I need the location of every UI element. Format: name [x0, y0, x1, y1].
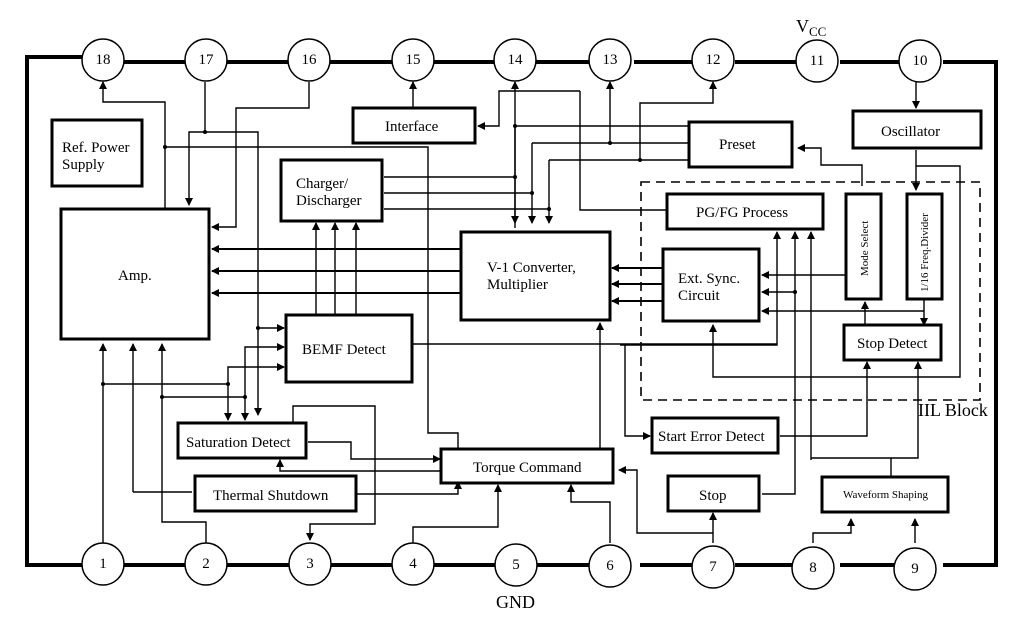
svg-text:Amp.: Amp.	[118, 268, 152, 284]
pin-13: 13	[588, 38, 632, 82]
svg-text:15: 15	[406, 52, 421, 68]
svg-text:13: 13	[603, 52, 618, 68]
svg-text:1/16 Freq.Divider: 1/16 Freq.Divider	[919, 213, 931, 292]
block-pg-fg-process: PG/FG Process	[665, 192, 825, 231]
svg-text:8: 8	[809, 560, 817, 576]
pin-1: 1	[81, 542, 125, 586]
pin-12: 12	[691, 38, 735, 82]
svg-text:V: V	[796, 16, 809, 36]
pin-5: 5	[494, 543, 538, 587]
block-saturation-detect: Saturation Detect	[176, 421, 308, 460]
svg-text:Mode Select: Mode Select	[859, 221, 871, 276]
pin-4: 4	[391, 542, 435, 586]
block-bemf-detect: BEMF Detect	[284, 313, 414, 384]
svg-text:V-1 Converter,: V-1 Converter,	[487, 260, 576, 276]
block-diagram: IIL Block Ref. Power Supply Amp. Charger…	[25, 16, 998, 612]
svg-text:Thermal Shutdown: Thermal Shutdown	[213, 488, 329, 504]
svg-text:Oscillator: Oscillator	[881, 124, 940, 140]
svg-text:5: 5	[512, 557, 520, 573]
svg-text:Ext. Sync.: Ext. Sync.	[678, 271, 740, 287]
block-ext-sync-circuit: Ext. Sync. Circuit	[661, 247, 761, 323]
top-pins: 18 17 16 15 14 13 12 11 10	[81, 38, 942, 83]
pin-16: 16	[287, 38, 331, 82]
block-interface: Interface	[351, 106, 477, 145]
block-ref-power-supply: Ref. Power Supply	[50, 118, 144, 188]
svg-text:16: 16	[302, 52, 318, 68]
svg-text:Stop Detect: Stop Detect	[857, 336, 928, 352]
svg-text:Saturation Detect: Saturation Detect	[186, 435, 291, 451]
pin-18: 18	[81, 38, 125, 82]
svg-text:2: 2	[202, 556, 210, 572]
svg-text:Supply: Supply	[62, 157, 105, 173]
svg-text:Discharger: Discharger	[296, 193, 362, 209]
svg-text:Multiplier: Multiplier	[487, 277, 548, 293]
block-amp: Amp.	[59, 207, 211, 341]
pin-17: 17	[184, 38, 228, 82]
svg-text:Charger/: Charger/	[296, 176, 349, 192]
svg-text:18: 18	[96, 52, 111, 68]
block-thermal-shutdown: Thermal Shutdown	[193, 474, 358, 513]
svg-text:3: 3	[306, 556, 314, 572]
pin-7: 7	[691, 545, 735, 589]
block-v1-converter: V-1 Converter, Multiplier	[459, 230, 612, 322]
svg-text:9: 9	[911, 561, 919, 577]
svg-text:17: 17	[199, 52, 215, 68]
block-torque-command: Torque Command	[439, 447, 615, 485]
svg-text:Torque Command: Torque Command	[473, 460, 582, 476]
svg-text:12: 12	[706, 52, 721, 68]
svg-text:CC: CC	[809, 24, 826, 39]
pin-6: 6	[588, 544, 632, 588]
pin-15: 15	[391, 38, 435, 82]
svg-text:PG/FG Process: PG/FG Process	[696, 205, 788, 221]
pin-14: 14	[493, 38, 537, 82]
block-start-error-detect: Start Error Detect	[650, 416, 780, 455]
svg-text:BEMF Detect: BEMF Detect	[302, 342, 387, 358]
svg-text:14: 14	[508, 52, 524, 68]
svg-text:1: 1	[99, 556, 107, 572]
vcc-label: V CC	[796, 16, 826, 39]
block-preset: Preset	[687, 120, 794, 169]
pin-3: 3	[288, 542, 332, 586]
svg-text:Start Error Detect: Start Error Detect	[658, 429, 765, 445]
iil-block-label: IIL Block	[918, 400, 988, 420]
svg-text:4: 4	[409, 556, 417, 572]
block-stop: Stop	[666, 474, 761, 513]
block-oscillator: Oscillator	[851, 109, 983, 150]
block-mode-select: Mode Select	[844, 192, 883, 301]
block-freq-divider: 1/16 Freq.Divider	[905, 192, 944, 301]
svg-text:Preset: Preset	[719, 137, 756, 153]
svg-text:Waveform Shaping: Waveform Shaping	[843, 489, 928, 501]
pin-2: 2	[184, 542, 228, 586]
pin-10: 10	[898, 39, 942, 83]
svg-text:Ref. Power: Ref. Power	[62, 140, 130, 156]
block-stop-detect: Stop Detect	[842, 323, 943, 362]
gnd-label: GND	[496, 592, 535, 612]
svg-text:6: 6	[606, 558, 614, 574]
svg-text:7: 7	[709, 559, 717, 575]
svg-text:Stop: Stop	[699, 488, 727, 504]
block-charger-discharger: Charger/ Discharger	[279, 158, 384, 223]
svg-text:Circuit: Circuit	[678, 288, 720, 304]
pin-11: 11	[795, 39, 839, 83]
svg-text:11: 11	[810, 53, 824, 69]
pin-9: 9	[893, 547, 937, 591]
pin-8: 8	[791, 546, 835, 590]
block-waveform-shaping: Waveform Shaping	[820, 475, 950, 514]
bottom-pins: 1 2 3 4 5 6 7 8 9	[81, 542, 937, 591]
svg-text:10: 10	[913, 53, 928, 69]
svg-text:Interface: Interface	[385, 119, 439, 135]
